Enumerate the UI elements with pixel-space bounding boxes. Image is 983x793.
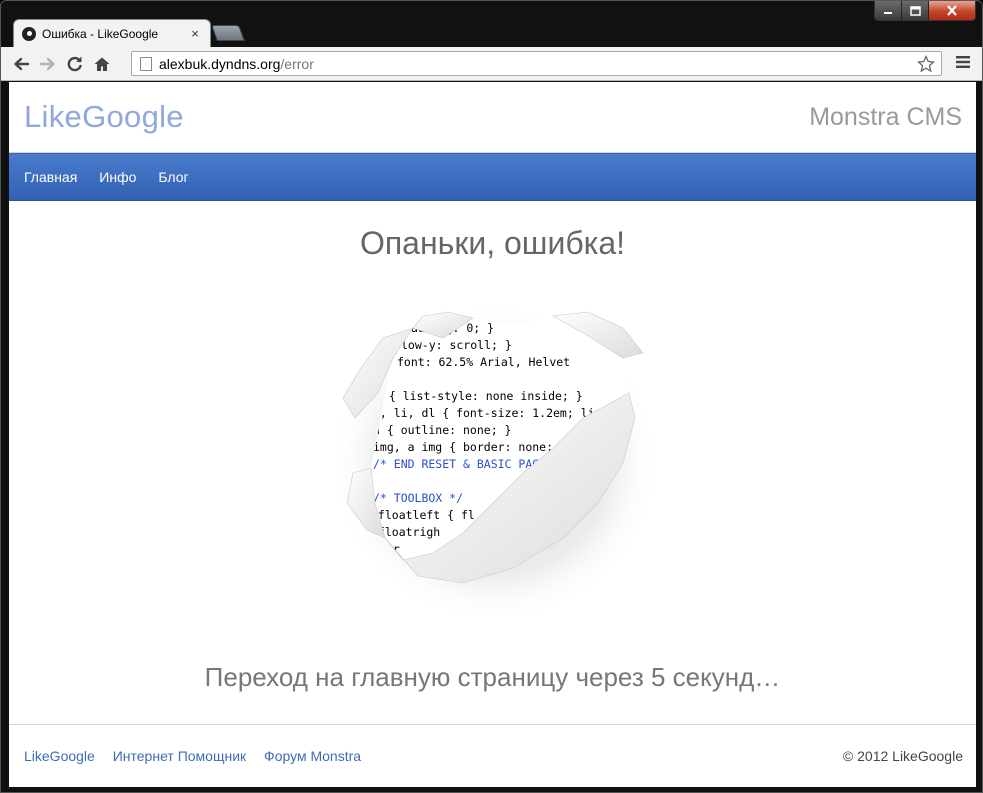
- home-icon: [94, 57, 109, 71]
- torn-paper-svg: adding: 0; }low-y: scroll; }font: 62.5% …: [329, 303, 660, 623]
- browser-tab[interactable]: Ошибка - LikeGoogle ×: [13, 19, 211, 47]
- footer-link-forum[interactable]: Форум Monstra: [264, 748, 361, 764]
- maximize-icon: [909, 5, 921, 16]
- code-line: a { outline: none; }: [373, 423, 511, 437]
- nav-item-home[interactable]: Главная: [24, 169, 77, 185]
- footer-links: LikeGoogle Интернет Помощник Форум Monst…: [24, 748, 375, 764]
- back-button[interactable]: [7, 51, 34, 77]
- page-title: Опаньки, ошибка!: [359, 225, 626, 261]
- forward-arrow-icon: [39, 57, 55, 70]
- code-line: /* TOOLBOX */: [373, 491, 463, 505]
- code-line: /* END RESET & BASIC PAGE: [373, 457, 546, 471]
- copyright: © 2012 LikeGoogle: [842, 748, 963, 764]
- cms-name: Monstra CMS: [809, 102, 962, 131]
- close-window-button[interactable]: [929, 1, 975, 20]
- torn-paper-image: adding: 0; }low-y: scroll; }font: 62.5% …: [323, 298, 663, 628]
- favicon-icon: [22, 26, 36, 41]
- site-header: LikeGoogle Monstra CMS: [9, 82, 976, 153]
- site-footer: LikeGoogle Интернет Помощник Форум Monst…: [9, 724, 976, 787]
- code-line: low-y: scroll; }: [401, 338, 512, 352]
- code-line: .floatleft { fl: [371, 508, 475, 522]
- footer-link-likegoogle[interactable]: LikeGoogle: [24, 748, 95, 764]
- maximize-button[interactable]: [902, 1, 929, 20]
- tab-title: Ошибка - LikeGoogle: [42, 26, 159, 41]
- tab-strip: Ошибка - LikeGoogle ×: [1, 1, 982, 47]
- nav-item-blog[interactable]: Блог: [158, 169, 188, 185]
- minimize-button[interactable]: [875, 1, 902, 20]
- code-line: font: 62.5% Arial, Helvet: [397, 355, 570, 369]
- page-icon: [140, 56, 152, 71]
- reload-button[interactable]: [61, 51, 88, 77]
- new-tab-button[interactable]: [211, 25, 245, 41]
- home-button[interactable]: [88, 51, 115, 77]
- close-icon: [947, 5, 957, 16]
- error-content: Опаньки, ошибка! 0;} low-y: scroll;} f…: [9, 225, 976, 693]
- tab-close-icon[interactable]: ×: [188, 26, 202, 41]
- back-arrow-icon: [13, 57, 29, 70]
- url-host: alexbuk.dyndns.org: [159, 55, 281, 72]
- site-logo[interactable]: LikeGoogle: [24, 99, 184, 135]
- page-viewport: LikeGoogle Monstra CMS Главная Инфо Блог…: [9, 82, 976, 787]
- reload-icon: [67, 56, 82, 71]
- browser-window: Ошибка - LikeGoogle × alexbuk.dyndns.org…: [0, 0, 983, 793]
- code-line: l { list-style: none inside; }: [375, 389, 583, 403]
- code-line: p, li, dl { font-size: 1.2em; line-: [373, 406, 615, 420]
- url-path: /error: [280, 55, 314, 72]
- address-bar[interactable]: alexbuk.dyndns.org/error: [131, 51, 942, 76]
- minimize-icon: [884, 11, 892, 14]
- bookmark-star-icon[interactable]: [916, 54, 936, 76]
- browser-toolbar: alexbuk.dyndns.org/error: [1, 47, 982, 81]
- redirect-message: Переход на главную страницу через 5 секу…: [204, 662, 781, 692]
- nav-item-info[interactable]: Инфо: [99, 169, 136, 185]
- window-controls: [874, 1, 976, 21]
- forward-button[interactable]: [34, 51, 61, 77]
- code-line: img, a img { border: none; }: [373, 440, 567, 454]
- menu-icon[interactable]: [956, 55, 970, 74]
- footer-link-helper[interactable]: Интернет Помощник: [113, 748, 246, 764]
- main-nav: Главная Инфо Блог: [9, 153, 976, 201]
